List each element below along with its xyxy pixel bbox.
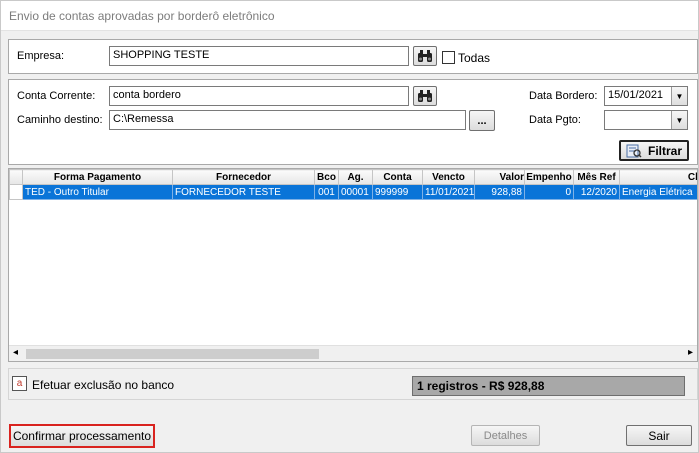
data-bordero-field[interactable]: 15/01/2021 ▼ [604, 86, 688, 106]
column-header[interactable]: Conta [372, 169, 423, 185]
table-cell: 999999 [372, 184, 423, 200]
column-header[interactable]: Valor [474, 169, 525, 185]
contas-table: Forma Pagamento Fornecedor Bco Ag. Conta… [9, 169, 697, 200]
table-header-row: Forma Pagamento Fornecedor Bco Ag. Conta… [9, 169, 697, 185]
detalhes-label: Detalhes [483, 429, 528, 442]
window-title: Envio de contas aprovadas por borderô el… [9, 9, 275, 23]
table-cell: Energia Elétrica [619, 184, 697, 200]
column-header[interactable]: Empenho [524, 169, 574, 185]
table-cell: 928,88 [474, 184, 525, 200]
filtrar-button[interactable]: Filtrar [619, 140, 689, 161]
sair-label: Sair [648, 428, 670, 443]
column-header[interactable]: Forma Pagamento [22, 169, 173, 185]
detalhes-button[interactable]: Detalhes [471, 425, 540, 446]
conta-panel: Conta Corrente: conta bordero Caminho de… [8, 79, 698, 165]
data-pgto-field[interactable]: ▼ [604, 110, 688, 130]
sair-button[interactable]: Sair [626, 425, 692, 446]
empresa-panel: Empresa: SHOPPING TESTE Todas [8, 39, 698, 74]
binoculars-icon [418, 90, 432, 102]
table-cell: 11/01/2021 [422, 184, 475, 200]
main-window: Envio de contas aprovadas por borderô el… [0, 0, 699, 453]
scroll-right-icon[interactable]: ▸ [688, 347, 693, 358]
table-cell: 00001 [338, 184, 373, 200]
row-indicator [9, 184, 23, 200]
data-bordero-label: Data Bordero: [529, 90, 598, 102]
caminho-destino-label: Caminho destino: [17, 114, 103, 126]
conta-corrente-label: Conta Corrente: [17, 90, 96, 102]
column-header[interactable]: Bco [314, 169, 339, 185]
chevron-down-icon[interactable]: ▼ [671, 87, 687, 105]
exclusao-checkbox[interactable]: a [12, 376, 27, 391]
table-cell: 001 [314, 184, 339, 200]
row-indicator-header [9, 169, 23, 185]
exclusao-label: Efetuar exclusão no banco [32, 378, 175, 392]
empresa-field[interactable]: SHOPPING TESTE [109, 46, 409, 66]
data-bordero-value: 15/01/2021 [608, 89, 664, 101]
conta-search-button[interactable] [413, 86, 437, 106]
column-header[interactable]: Fornecedor [172, 169, 315, 185]
filter-report-icon [626, 144, 642, 158]
table-cell: TED - Outro Titular [22, 184, 173, 200]
table-cell: FORNECEDOR TESTE [172, 184, 315, 200]
table-cell: 12/2020 [573, 184, 620, 200]
chevron-down-icon[interactable]: ▼ [671, 111, 687, 129]
caminho-destino-field[interactable]: C:\Remessa [109, 110, 466, 130]
table-row[interactable]: TED - Outro Titular FORNECEDOR TESTE 001… [9, 184, 697, 200]
browse-button[interactable]: ... [469, 110, 495, 131]
footer-panel: a Efetuar exclusão no banco 1 registros … [8, 368, 698, 400]
table-cell: 0 [524, 184, 574, 200]
status-summary: 1 registros - R$ 928,88 [412, 376, 685, 396]
column-header[interactable]: Clas [619, 169, 697, 185]
column-header[interactable]: Vencto [422, 169, 475, 185]
todas-label: Todas [458, 51, 491, 65]
horizontal-scrollbar[interactable]: ◂ ▸ [9, 345, 697, 361]
column-header[interactable]: Ag. [338, 169, 373, 185]
scroll-left-icon[interactable]: ◂ [13, 347, 18, 358]
scrollbar-thumb[interactable] [26, 349, 319, 359]
filtrar-label: Filtrar [647, 143, 682, 158]
title-bar: Envio de contas aprovadas por borderô el… [1, 1, 698, 31]
empresa-label: Empresa: [17, 50, 65, 62]
data-pgto-label: Data Pgto: [529, 114, 581, 126]
contas-grid: Forma Pagamento Fornecedor Bco Ag. Conta… [8, 168, 698, 362]
confirmar-processamento-button[interactable]: Confirmar processamento [9, 424, 155, 448]
column-header[interactable]: Mês Ref [573, 169, 620, 185]
binoculars-icon [418, 50, 432, 62]
conta-corrente-field[interactable]: conta bordero [109, 86, 409, 106]
confirmar-label: Confirmar processamento [12, 429, 152, 443]
empresa-search-button[interactable] [413, 46, 437, 66]
todas-checkbox[interactable] [442, 51, 455, 64]
